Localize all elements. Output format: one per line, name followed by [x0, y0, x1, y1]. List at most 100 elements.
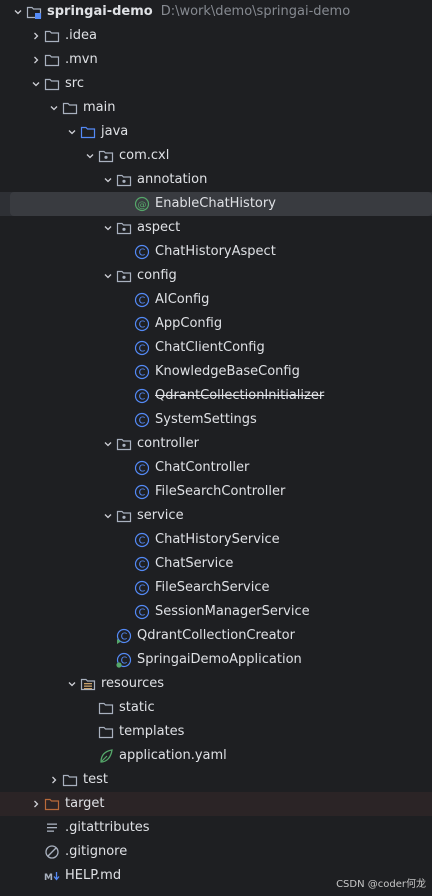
tree-node-label: main: [83, 100, 116, 115]
tree-node-system-settings[interactable]: C SystemSettings: [0, 408, 432, 432]
class-icon: C: [134, 460, 150, 476]
tree-node-chat-history-service[interactable]: C ChatHistoryService: [0, 528, 432, 552]
chevron-right-icon[interactable]: [28, 24, 44, 48]
chevron-down-icon[interactable]: [100, 432, 116, 456]
tree-node-label: resources: [101, 676, 165, 691]
tree-node-resources[interactable]: resources: [0, 672, 432, 696]
chevron-down-icon[interactable]: [100, 216, 116, 240]
svg-text:C: C: [139, 368, 146, 379]
chevron-down-icon[interactable]: [100, 504, 116, 528]
svg-text:C: C: [139, 608, 146, 619]
tree-node-java[interactable]: java: [0, 120, 432, 144]
tree-node-label: templates: [119, 724, 185, 739]
package-icon: [116, 172, 132, 188]
class-icon: C: [134, 556, 150, 572]
tree-node-label: HELP.md: [65, 868, 122, 883]
ignore-file-icon: [44, 844, 60, 860]
tree-node-gitattributes[interactable]: .gitattributes: [0, 816, 432, 840]
spring-boot-class-icon: C: [116, 652, 132, 668]
chevron-right-icon[interactable]: [46, 768, 62, 792]
tree-node-qdrant-collection-creator[interactable]: C QdrantCollectionCreator: [0, 624, 432, 648]
tree-node-test[interactable]: test: [0, 768, 432, 792]
tree-node-springai-demo-application[interactable]: C SpringaiDemoApplication: [0, 648, 432, 672]
tree-node-target[interactable]: target: [0, 792, 432, 816]
tree-node-annotation[interactable]: annotation: [0, 168, 432, 192]
svg-text:C: C: [139, 392, 146, 403]
folder-icon: [62, 772, 78, 788]
svg-text:C: C: [139, 248, 146, 259]
tree-node-aspect[interactable]: aspect: [0, 216, 432, 240]
project-tree: springai-demo D:\work\demo\springai-demo…: [0, 0, 432, 888]
tree-node-package[interactable]: com.cxl: [0, 144, 432, 168]
tree-node-file-search-service[interactable]: C FileSearchService: [0, 576, 432, 600]
tree-node-enable-chat-history[interactable]: @ EnableChatHistory: [0, 192, 432, 216]
project-path: D:\work\demo\springai-demo: [160, 4, 351, 19]
folder-icon: [44, 76, 60, 92]
tree-node-label: .gitignore: [65, 844, 128, 859]
annotation-icon: @: [134, 196, 150, 212]
text-file-icon: [44, 820, 60, 836]
chevron-down-icon[interactable]: [82, 144, 98, 168]
tree-node-app-config[interactable]: C AppConfig: [0, 312, 432, 336]
tree-node-idea[interactable]: .idea: [0, 24, 432, 48]
svg-text:C: C: [139, 584, 146, 595]
package-icon: [116, 508, 132, 524]
tree-node-controller[interactable]: controller: [0, 432, 432, 456]
tree-node-gitignore[interactable]: .gitignore: [0, 840, 432, 864]
class-icon: C: [134, 580, 150, 596]
tree-node-qdrant-collection-initializer[interactable]: C QdrantCollectionInitializer: [0, 384, 432, 408]
tree-node-ai-config[interactable]: C AIConfig: [0, 288, 432, 312]
tree-node-service[interactable]: service: [0, 504, 432, 528]
tree-node-file-search-controller[interactable]: C FileSearchController: [0, 480, 432, 504]
tree-node-label: java: [101, 124, 129, 139]
tree-node-label: AIConfig: [155, 292, 210, 307]
tree-node-chat-service[interactable]: C ChatService: [0, 552, 432, 576]
chevron-down-icon[interactable]: [46, 96, 62, 120]
folder-icon: [98, 724, 114, 740]
chevron-down-icon[interactable]: [64, 672, 80, 696]
svg-text:C: C: [139, 344, 146, 355]
tree-node-label: controller: [137, 436, 200, 451]
source-folder-icon: [80, 124, 96, 140]
tree-node-label: EnableChatHistory: [155, 196, 276, 211]
tree-node-project-root[interactable]: springai-demo D:\work\demo\springai-demo: [0, 0, 432, 24]
tree-node-knowledge-base-config[interactable]: C KnowledgeBaseConfig: [0, 360, 432, 384]
chevron-down-icon[interactable]: [10, 0, 26, 24]
chevron-down-icon[interactable]: [64, 120, 80, 144]
svg-text:C: C: [139, 536, 146, 547]
resources-folder-icon: [80, 676, 96, 692]
runnable-class-icon: C: [116, 628, 132, 644]
svg-text:C: C: [139, 560, 146, 571]
tree-node-chat-client-config[interactable]: C ChatClientConfig: [0, 336, 432, 360]
svg-text:C: C: [121, 632, 128, 643]
tree-node-application-yaml[interactable]: application.yaml: [0, 744, 432, 768]
tree-node-label: ChatController: [155, 460, 250, 475]
svg-text:@: @: [138, 200, 147, 210]
tree-node-src[interactable]: src: [0, 72, 432, 96]
tree-node-label: .idea: [65, 28, 97, 43]
chevron-right-icon[interactable]: [28, 48, 44, 72]
spring-config-file-icon: [98, 748, 114, 764]
chevron-down-icon[interactable]: [100, 264, 116, 288]
tree-node-main[interactable]: main: [0, 96, 432, 120]
chevron-down-icon[interactable]: [28, 72, 44, 96]
tree-node-label: AppConfig: [155, 316, 223, 331]
tree-node-chat-history-aspect[interactable]: C ChatHistoryAspect: [0, 240, 432, 264]
class-icon: C: [134, 412, 150, 428]
folder-icon: [44, 28, 60, 44]
tree-node-static[interactable]: static: [0, 696, 432, 720]
tree-node-label: com.cxl: [119, 148, 170, 163]
tree-node-label: service: [137, 508, 184, 523]
folder-icon: [62, 100, 78, 116]
class-icon: C: [134, 388, 150, 404]
chevron-right-icon[interactable]: [28, 792, 44, 816]
tree-node-chat-controller[interactable]: C ChatController: [0, 456, 432, 480]
class-icon: C: [134, 292, 150, 308]
tree-node-config[interactable]: config: [0, 264, 432, 288]
tree-node-label: KnowledgeBaseConfig: [155, 364, 300, 379]
tree-node-mvn[interactable]: .mvn: [0, 48, 432, 72]
tree-node-templates[interactable]: templates: [0, 720, 432, 744]
watermark: CSDN @coder何龙: [336, 879, 426, 890]
chevron-down-icon[interactable]: [100, 168, 116, 192]
tree-node-session-manager-service[interactable]: C SessionManagerService: [0, 600, 432, 624]
